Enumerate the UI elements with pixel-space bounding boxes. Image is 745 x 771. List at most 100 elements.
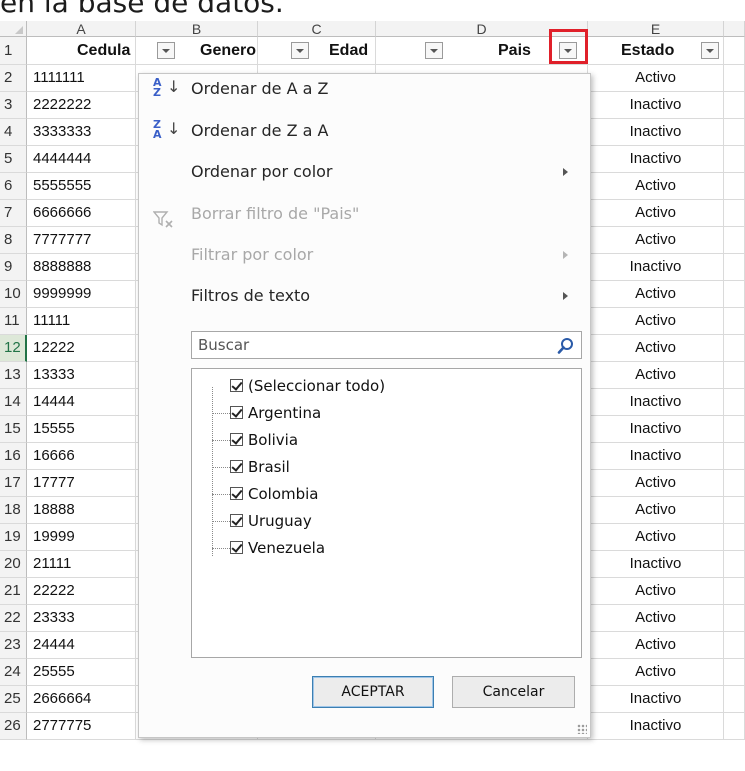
cell[interactable] [724,308,745,335]
cell[interactable]: Inactivo [588,254,724,281]
cell[interactable]: Inactivo [588,443,724,470]
cell[interactable] [724,713,745,740]
cell[interactable]: 4444444 [27,146,136,173]
row-header[interactable]: 10 [0,281,27,308]
cell[interactable]: 25555 [27,659,136,686]
row-header[interactable]: 2 [0,65,27,92]
cell[interactable]: Activo [588,281,724,308]
row-header[interactable]: 23 [0,632,27,659]
checkbox[interactable] [230,541,243,554]
row-header[interactable]: 9 [0,254,27,281]
column-header-f[interactable] [724,21,745,37]
cell[interactable]: 2666664 [27,686,136,713]
row-header[interactable]: 3 [0,92,27,119]
checkbox[interactable] [230,433,243,446]
cell[interactable] [724,443,745,470]
cell[interactable]: 5555555 [27,173,136,200]
cell[interactable] [724,470,745,497]
cell[interactable]: 12222 [27,335,136,362]
cell[interactable] [724,281,745,308]
cell[interactable]: Activo [588,227,724,254]
cell[interactable]: Inactivo [588,146,724,173]
cell[interactable]: Activo [588,578,724,605]
column-header-e[interactable]: E [588,21,724,37]
cell[interactable] [724,659,745,686]
cell[interactable]: 15555 [27,416,136,443]
column-header-a[interactable]: A [27,21,136,37]
row-header[interactable]: 8 [0,227,27,254]
cell[interactable] [724,497,745,524]
search-input[interactable]: Buscar [191,331,582,359]
cell[interactable] [724,254,745,281]
cell[interactable]: Activo [588,659,724,686]
row-header[interactable]: 11 [0,308,27,335]
text-filters-item[interactable]: Filtros de texto [139,277,590,315]
row-header[interactable]: 20 [0,551,27,578]
cell[interactable]: 9999999 [27,281,136,308]
cell[interactable]: Inactivo [588,686,724,713]
cell[interactable]: Inactivo [588,551,724,578]
cell[interactable]: Activo [588,524,724,551]
cell[interactable] [724,37,745,65]
cell[interactable]: 8888888 [27,254,136,281]
cell[interactable]: Activo [588,497,724,524]
cell[interactable]: 23333 [27,605,136,632]
select-all-corner[interactable] [0,21,27,37]
cell[interactable]: Activo [588,65,724,92]
cell[interactable]: 7777777 [27,227,136,254]
cell[interactable]: 17777 [27,470,136,497]
cell[interactable]: Inactivo [588,119,724,146]
row-header[interactable]: 15 [0,416,27,443]
row-header[interactable]: 7 [0,200,27,227]
checkbox[interactable] [230,514,243,527]
cell[interactable] [724,524,745,551]
cell[interactable] [724,416,745,443]
checkbox[interactable] [230,379,243,392]
cell[interactable]: Inactivo [588,389,724,416]
row-header[interactable]: 24 [0,659,27,686]
row-header[interactable]: 19 [0,524,27,551]
cell[interactable] [724,335,745,362]
cell[interactable]: 3333333 [27,119,136,146]
cancel-button[interactable]: Cancelar [452,676,575,708]
cell[interactable] [724,65,745,92]
row-header[interactable]: 18 [0,497,27,524]
sort-z-a-item[interactable]: Z A ↓ Ordenar de Z a A [139,112,590,150]
cell[interactable]: 1111111 [27,65,136,92]
row-header[interactable]: 26 [0,713,27,740]
cell[interactable]: Activo [588,335,724,362]
cell[interactable] [724,551,745,578]
cell[interactable]: Activo [588,362,724,389]
checkbox[interactable] [230,487,243,500]
cell[interactable]: 14444 [27,389,136,416]
cell[interactable]: Activo [588,605,724,632]
cell[interactable]: Activo [588,470,724,497]
row-header[interactable]: 4 [0,119,27,146]
cell[interactable]: Inactivo [588,416,724,443]
cell[interactable]: 21111 [27,551,136,578]
ok-button[interactable]: ACEPTAR [312,676,434,708]
cell[interactable] [724,632,745,659]
cell[interactable]: 22222 [27,578,136,605]
cell[interactable]: 11111 [27,308,136,335]
cell[interactable] [724,362,745,389]
row-header[interactable]: 12 [0,335,27,362]
column-header-b[interactable]: B [136,21,258,37]
cell[interactable] [724,92,745,119]
sort-a-z-item[interactable]: A Z ↓ Ordenar de A a Z [139,70,590,108]
cell[interactable]: Activo [588,200,724,227]
cell[interactable]: 13333 [27,362,136,389]
checkbox[interactable] [230,460,243,473]
cell[interactable]: 2222222 [27,92,136,119]
column-header-c[interactable]: C [258,21,376,37]
cell[interactable]: 16666 [27,443,136,470]
cell[interactable]: Activo [588,632,724,659]
row-header[interactable]: 22 [0,605,27,632]
row-header[interactable]: 14 [0,389,27,416]
cell[interactable]: Activo [588,308,724,335]
row-header-1[interactable]: 1 [0,37,27,65]
cell[interactable]: 6666666 [27,200,136,227]
row-header[interactable]: 17 [0,470,27,497]
row-header[interactable]: 13 [0,362,27,389]
row-header[interactable]: 25 [0,686,27,713]
